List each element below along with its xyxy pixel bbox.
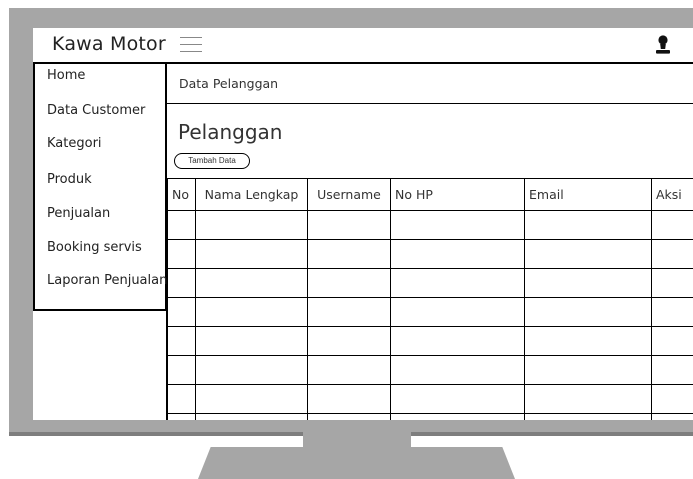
table-cell <box>167 355 196 385</box>
table-cell <box>167 384 196 414</box>
table-cell <box>524 326 652 356</box>
table-cell <box>195 239 308 269</box>
table-cell <box>651 210 693 240</box>
table-cell <box>524 210 652 240</box>
monitor-stand <box>198 447 515 479</box>
sidebar-item-home[interactable]: Home <box>47 68 85 83</box>
table-cell <box>167 297 196 327</box>
table-cell <box>167 268 196 298</box>
column-header-no-hp[interactable]: No HP <box>390 178 525 211</box>
hamburger-icon[interactable] <box>180 37 202 53</box>
table-cell <box>651 297 693 327</box>
table-cell <box>167 326 196 356</box>
table-cell <box>651 384 693 414</box>
screen: Kawa Motor Home Data Customer Kategori P… <box>33 28 693 420</box>
column-header-no[interactable]: No <box>167 178 196 211</box>
table-cell <box>390 268 525 298</box>
sidebar-item-produk[interactable]: Produk <box>47 172 92 187</box>
table-cell <box>524 413 652 420</box>
table-cell <box>390 239 525 269</box>
table-row[interactable] <box>167 326 693 356</box>
table-cell <box>195 355 308 385</box>
table-cell <box>307 239 391 269</box>
table-row[interactable] <box>167 239 693 269</box>
table-cell <box>195 326 308 356</box>
table-body <box>167 210 693 420</box>
column-header-email[interactable]: Email <box>524 178 652 211</box>
table-row[interactable] <box>167 355 693 385</box>
monitor-frame: Kawa Motor Home Data Customer Kategori P… <box>9 8 693 432</box>
table-cell <box>307 384 391 414</box>
table-row[interactable] <box>167 384 693 414</box>
table-cell <box>524 355 652 385</box>
sidebar-item-penjualan[interactable]: Penjualan <box>47 206 110 221</box>
breadcrumb-label[interactable]: Data Pelanggan <box>179 76 278 91</box>
sidebar-item-booking-servis[interactable]: Booking servis <box>47 240 142 255</box>
user-icon[interactable] <box>653 33 673 57</box>
table-cell <box>195 384 308 414</box>
table-header-row: No Nama Lengkap Username No HP Email Aks… <box>167 178 693 211</box>
top-bar: Kawa Motor <box>33 28 693 64</box>
column-header-username[interactable]: Username <box>307 178 391 211</box>
table-cell <box>524 239 652 269</box>
table-cell <box>307 326 391 356</box>
table-cell <box>167 210 196 240</box>
table-cell <box>195 210 308 240</box>
customer-table: No Nama Lengkap Username No HP Email Aks… <box>167 178 693 420</box>
breadcrumb: Data Pelanggan <box>167 64 693 104</box>
table-cell <box>390 297 525 327</box>
table-cell <box>651 268 693 298</box>
table-row[interactable] <box>167 413 693 420</box>
table-cell <box>307 297 391 327</box>
table-cell <box>167 413 196 420</box>
sidebar-item-data-customer[interactable]: Data Customer <box>47 103 145 118</box>
table-cell <box>390 384 525 414</box>
table-row[interactable] <box>167 268 693 298</box>
table-row[interactable] <box>167 210 693 240</box>
table-cell <box>651 413 693 420</box>
table-cell <box>390 413 525 420</box>
table-cell <box>390 210 525 240</box>
sidebar-item-laporan-penjualan[interactable]: Laporan Penjualan <box>47 273 167 288</box>
table-cell <box>524 268 652 298</box>
sidebar-item-kategori[interactable]: Kategori <box>47 136 102 151</box>
table-cell <box>307 355 391 385</box>
table-cell <box>195 297 308 327</box>
app-title[interactable]: Kawa Motor <box>52 33 166 55</box>
table-cell <box>307 210 391 240</box>
page-title: Pelanggan <box>178 120 283 144</box>
table-cell <box>524 384 652 414</box>
sidebar: Home Data Customer Kategori Produk Penju… <box>33 64 167 311</box>
table-cell <box>651 326 693 356</box>
table-cell <box>195 413 308 420</box>
column-header-nama-lengkap[interactable]: Nama Lengkap <box>195 178 308 211</box>
table-cell <box>651 355 693 385</box>
table-cell <box>307 413 391 420</box>
table-cell <box>524 297 652 327</box>
table-cell <box>390 326 525 356</box>
table-cell <box>195 268 308 298</box>
table-cell <box>390 355 525 385</box>
column-header-aksi[interactable]: Aksi <box>651 178 693 211</box>
add-data-button[interactable]: Tambah Data <box>174 153 250 169</box>
table-row[interactable] <box>167 297 693 327</box>
table-cell <box>167 239 196 269</box>
table-cell <box>651 239 693 269</box>
table-cell <box>307 268 391 298</box>
